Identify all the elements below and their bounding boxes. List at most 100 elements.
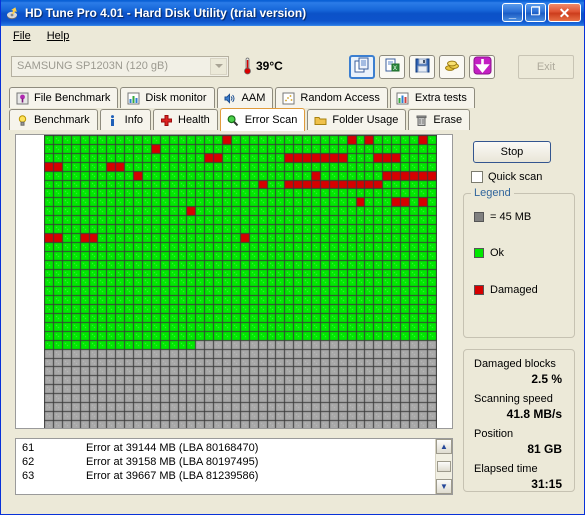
- menu-item-file-label: File: [13, 29, 31, 42]
- error-log-scrollbar[interactable]: ▲ ▼: [435, 439, 452, 494]
- tab-info-label: Info: [124, 114, 143, 126]
- log-message: Error at 39144 MB (LBA 80168470): [86, 442, 259, 454]
- download-button[interactable]: [469, 55, 495, 79]
- minimize-icon: _: [508, 5, 517, 20]
- chevron-down-icon[interactable]: [210, 57, 227, 75]
- exit-button-label: Exit: [536, 61, 556, 73]
- minimize-button[interactable]: _: [502, 3, 523, 22]
- stats-group: Damaged blocks 2.5 % Scanning speed 41.8…: [463, 349, 575, 492]
- scrollbar-thumb[interactable]: [437, 461, 451, 472]
- stop-button[interactable]: Stop: [473, 141, 551, 163]
- tab-erase[interactable]: Erase: [408, 109, 471, 130]
- legend-swatch-red: [474, 285, 484, 295]
- coins-icon: [444, 57, 461, 77]
- log-index: 63: [22, 470, 35, 482]
- log-index: 61: [22, 442, 35, 454]
- chevron-up-icon[interactable]: ▲: [436, 439, 452, 454]
- tab-file-benchmark[interactable]: File Benchmark: [9, 87, 119, 108]
- download-arrow-icon: [473, 56, 492, 78]
- export-button[interactable]: X: [379, 55, 405, 79]
- tab-folder-usage[interactable]: Folder Usage: [307, 109, 407, 130]
- red-cross-icon: [159, 113, 173, 127]
- copy-icon: [354, 57, 371, 77]
- stat-scanning-speed-value: 41.8 MB/s: [506, 407, 562, 421]
- tab-benchmark[interactable]: Benchmark: [9, 109, 98, 130]
- close-button[interactable]: ✕: [548, 3, 581, 22]
- stop-button-label: Stop: [500, 146, 524, 158]
- exit-button[interactable]: Exit: [518, 55, 574, 79]
- log-index: 62: [22, 456, 35, 468]
- window-title: HD Tune Pro 4.01 - Hard Disk Utility (tr…: [25, 6, 307, 20]
- legend-swatch-gray: [474, 212, 484, 222]
- stat-position-label: Position: [474, 428, 514, 440]
- scatter-icon: [281, 91, 295, 105]
- stat-damaged-blocks-label: Damaged blocks: [474, 358, 556, 370]
- tab-file-benchmark-label: File Benchmark: [34, 92, 111, 104]
- legend-group: Legend = 45 MB Ok Damaged: [463, 187, 575, 338]
- legend-item-ok: Ok: [474, 247, 504, 259]
- lightbulb-icon: [15, 113, 29, 127]
- window-bottom-strip: [1, 510, 584, 514]
- svg-text:X: X: [393, 66, 397, 72]
- tab-disk-monitor-label: Disk monitor: [145, 92, 207, 104]
- list-item[interactable]: 62 Error at 39158 MB (LBA 80197495): [16, 455, 435, 469]
- tab-extra-tests-label: Extra tests: [414, 92, 467, 104]
- legend-item-block-size: = 45 MB: [474, 211, 531, 223]
- tab-extra-tests[interactable]: Extra tests: [389, 87, 475, 108]
- tab-folder-usage-label: Folder Usage: [332, 114, 399, 126]
- thermometer-icon: [243, 57, 252, 75]
- file-benchmark-icon: [15, 91, 29, 105]
- export-excel-icon: X: [384, 57, 401, 77]
- legend-label-damaged: Damaged: [490, 284, 538, 296]
- legend-swatch-green: [474, 248, 484, 258]
- tab-error-scan[interactable]: Error Scan: [219, 108, 306, 131]
- scan-map-panel: [15, 134, 453, 429]
- tab-health-label: Health: [178, 114, 210, 126]
- stat-elapsed-time-value: 31:15: [531, 477, 562, 491]
- stat-scanning-speed: Scanning speed 41.8 MB/s: [464, 393, 574, 421]
- maximize-button[interactable]: ❐: [525, 3, 546, 22]
- menu-bar: File Help: [1, 26, 584, 46]
- info-icon: [106, 113, 120, 127]
- toolbar: SAMSUNG SP1203N (120 gB) 39°C X Exit: [1, 46, 584, 86]
- temperature-indicator: 39°C: [243, 57, 283, 75]
- menu-item-file[interactable]: File: [5, 28, 39, 44]
- tab-bar: File Benchmark Disk monitor AAM Random A…: [1, 86, 584, 134]
- magnifier-icon: [226, 113, 240, 127]
- menu-item-help-label: Help: [46, 29, 70, 42]
- hdtune-app-icon: [5, 5, 21, 21]
- quick-scan-option[interactable]: Quick scan: [471, 171, 542, 183]
- maximize-icon: ❐: [530, 6, 541, 18]
- copy-button[interactable]: [349, 55, 375, 79]
- quick-scan-label: Quick scan: [488, 171, 543, 183]
- log-message: Error at 39667 MB (LBA 81239586): [86, 470, 259, 482]
- tab-row-upper: File Benchmark Disk monitor AAM Random A…: [9, 87, 477, 108]
- menu-item-help[interactable]: Help: [39, 28, 78, 44]
- stat-position-value: 81 GB: [527, 442, 562, 456]
- buy-button[interactable]: [439, 55, 465, 79]
- tab-random-access[interactable]: Random Access: [275, 87, 388, 108]
- chevron-down-icon[interactable]: ▼: [436, 479, 452, 494]
- scan-block-map[interactable]: [44, 135, 437, 428]
- trash-icon: [414, 113, 428, 127]
- stat-elapsed-time-label: Elapsed time: [474, 463, 538, 475]
- legend-label-ok: Ok: [490, 247, 505, 259]
- list-item[interactable]: 63 Error at 39667 MB (LBA 81239586): [16, 469, 435, 483]
- tab-disk-monitor[interactable]: Disk monitor: [120, 87, 215, 108]
- save-button[interactable]: [409, 55, 435, 79]
- temperature-value: 39°C: [256, 59, 283, 73]
- legend-title: Legend: [471, 187, 514, 199]
- stat-position: Position 81 GB: [464, 428, 574, 456]
- tab-aam[interactable]: AAM: [216, 87, 274, 108]
- folder-icon: [313, 113, 327, 127]
- quick-scan-checkbox[interactable]: [471, 171, 483, 183]
- tab-info[interactable]: Info: [99, 109, 151, 130]
- list-item[interactable]: 61 Error at 39144 MB (LBA 80168470): [16, 441, 435, 455]
- extra-tests-icon: [396, 91, 410, 105]
- error-log-list[interactable]: 61 Error at 39144 MB (LBA 80168470) 62 E…: [16, 439, 435, 494]
- tab-health[interactable]: Health: [153, 109, 218, 130]
- drive-select[interactable]: SAMSUNG SP1203N (120 gB): [11, 55, 229, 77]
- tab-error-scan-label: Error Scan: [244, 114, 298, 126]
- tab-aam-label: AAM: [241, 92, 266, 104]
- stat-scanning-speed-label: Scanning speed: [474, 393, 553, 405]
